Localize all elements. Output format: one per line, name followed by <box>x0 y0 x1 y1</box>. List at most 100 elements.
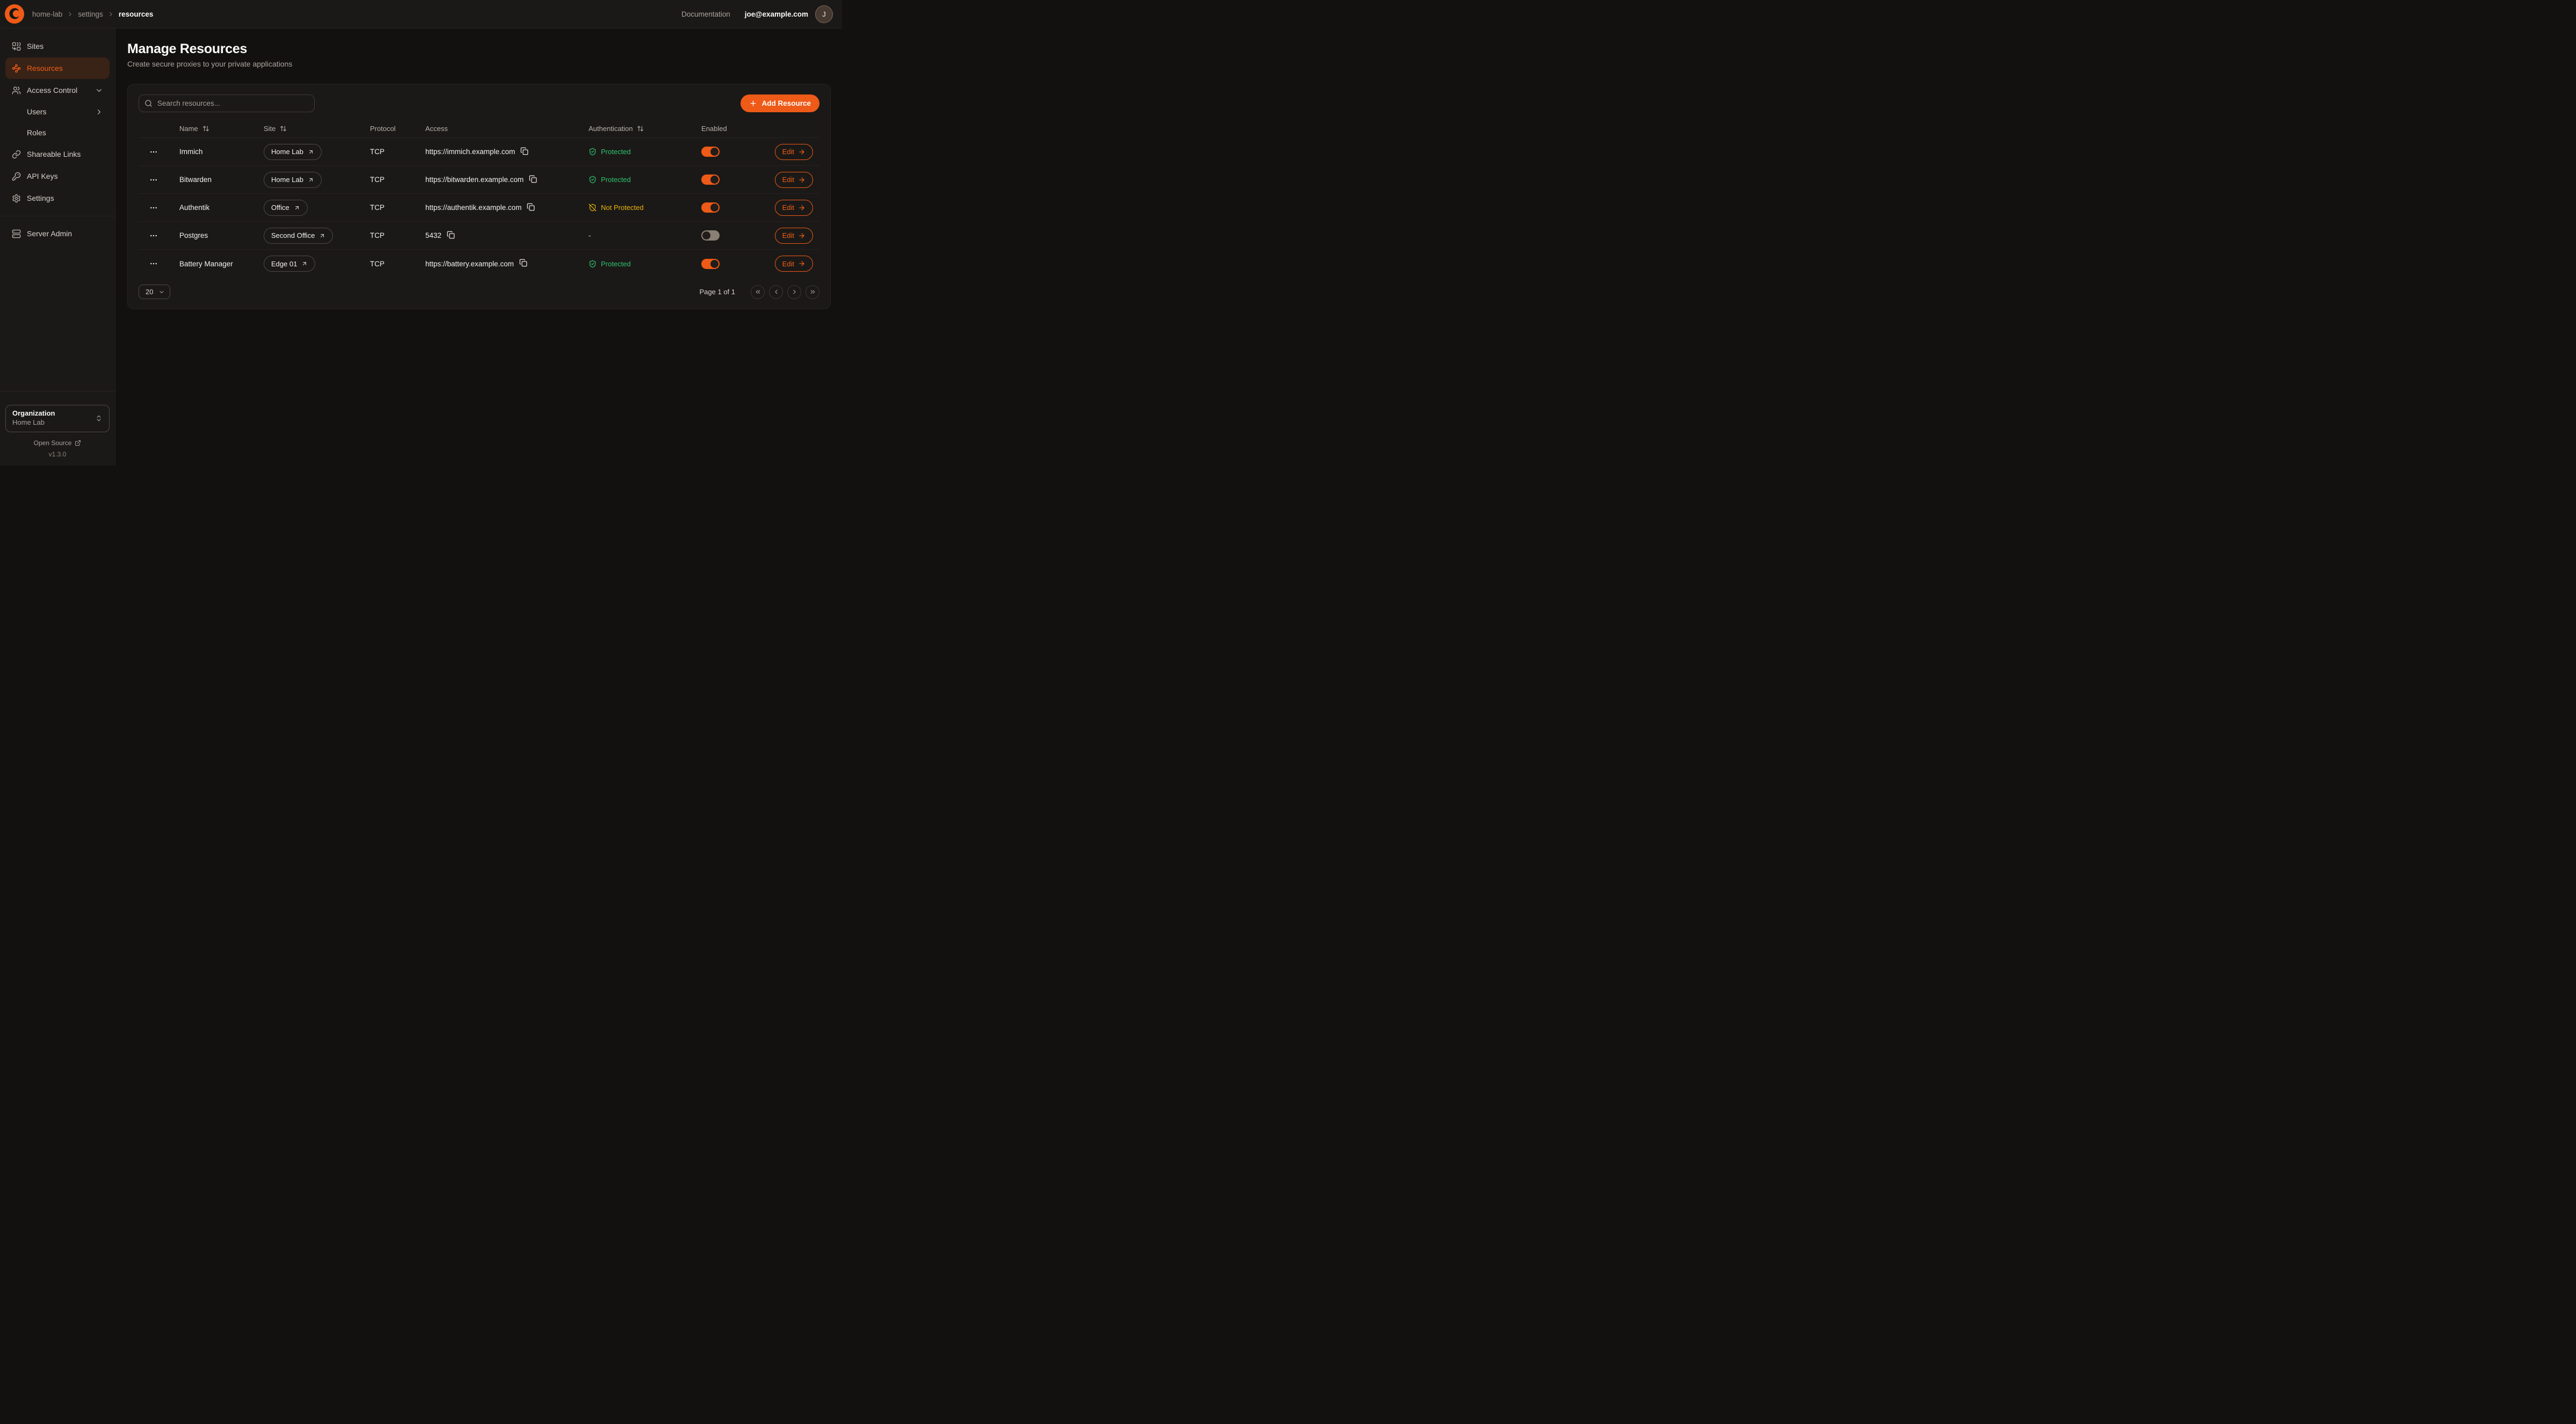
copy-icon <box>527 203 535 211</box>
shield-off-icon <box>589 204 597 212</box>
sidebar-item-resources[interactable]: Resources <box>5 57 110 79</box>
resource-name: Immich <box>169 148 253 156</box>
site-badge[interactable]: Home Lab <box>264 172 322 188</box>
row-actions-button[interactable] <box>146 200 161 215</box>
site-name: Edge 01 <box>271 260 297 268</box>
search-icon <box>144 99 153 107</box>
row-actions-button[interactable] <box>146 144 161 159</box>
sidebar-item-label: Resources <box>27 64 63 72</box>
pagination: 20 Page 1 of 1 <box>139 285 819 299</box>
sort-by-authentication-button[interactable]: Authentication <box>589 125 644 133</box>
page-size-select[interactable]: 20 <box>139 285 170 299</box>
resource-name: Authentik <box>169 204 253 212</box>
shield-check-icon <box>589 148 597 156</box>
toggle-knob <box>710 204 719 212</box>
add-resource-button[interactable]: Add Resource <box>741 95 819 112</box>
chevrons-left-icon <box>754 288 761 295</box>
edit-button[interactable]: Edit <box>775 144 813 160</box>
row-actions-button[interactable] <box>146 228 161 243</box>
sort-by-name-button[interactable]: Name <box>179 125 209 133</box>
app-logo-icon[interactable] <box>4 4 25 24</box>
protocol: TCP <box>359 204 415 212</box>
table-row: BitwardenHome LabTCPhttps://bitwarden.ex… <box>139 166 819 194</box>
arrow-right-icon <box>798 204 806 212</box>
arrow-right-icon <box>798 176 806 184</box>
site-badge[interactable]: Home Lab <box>264 144 322 160</box>
add-resource-label: Add Resource <box>761 99 811 107</box>
sidebar-item-settings[interactable]: Settings <box>5 187 110 209</box>
gear-icon <box>12 194 21 203</box>
sort-by-site-button[interactable]: Site <box>264 125 287 133</box>
edit-button[interactable]: Edit <box>775 256 813 272</box>
sidebar-item-access-control[interactable]: Access Control <box>5 79 110 101</box>
column-header-enabled: Enabled <box>701 125 727 133</box>
chevron-right-icon <box>107 11 114 18</box>
site-name: Second Office <box>271 231 315 239</box>
arrow-up-right-icon <box>308 177 314 183</box>
protocol: TCP <box>359 148 415 156</box>
row-actions-button[interactable] <box>146 172 161 187</box>
enabled-toggle[interactable] <box>701 202 720 213</box>
enabled-toggle[interactable] <box>701 147 720 157</box>
arrow-right-icon <box>798 148 806 156</box>
site-badge[interactable]: Office <box>264 200 308 216</box>
site-name: Home Lab <box>271 176 303 184</box>
ellipsis-icon <box>149 176 158 184</box>
resource-name: Battery Manager <box>169 260 253 268</box>
search-input[interactable] <box>139 95 315 112</box>
site-badge[interactable]: Edge 01 <box>264 256 315 272</box>
chevron-right-icon <box>95 108 103 116</box>
organization-selector[interactable]: Organization Home Lab <box>5 405 110 432</box>
edit-label: Edit <box>782 148 794 156</box>
copy-button[interactable] <box>520 147 530 157</box>
breadcrumb-settings[interactable]: settings <box>78 10 103 18</box>
link-icon <box>12 150 21 159</box>
edit-button[interactable]: Edit <box>775 228 813 244</box>
edit-label: Edit <box>782 231 794 239</box>
row-actions-button[interactable] <box>146 256 161 271</box>
last-page-button[interactable] <box>806 285 819 299</box>
avatar[interactable]: J <box>815 5 833 23</box>
open-source-link[interactable]: Open Source <box>5 439 110 447</box>
user-email[interactable]: joe@example.com <box>745 10 808 18</box>
enabled-toggle[interactable] <box>701 175 720 185</box>
enabled-toggle[interactable] <box>701 259 720 269</box>
page-info: Page 1 of 1 <box>700 288 736 296</box>
page-title: Manage Resources <box>127 41 831 57</box>
documentation-link[interactable]: Documentation <box>681 10 730 18</box>
column-header-protocol: Protocol <box>370 125 396 133</box>
edit-label: Edit <box>782 204 794 212</box>
sidebar-item-roles[interactable]: Roles <box>5 122 110 143</box>
prev-page-button[interactable] <box>769 285 783 299</box>
page-size-value: 20 <box>146 288 153 296</box>
sidebar-item-label: Access Control <box>27 86 77 95</box>
copy-button[interactable] <box>527 203 536 213</box>
next-page-button[interactable] <box>787 285 801 299</box>
enabled-toggle[interactable] <box>701 230 720 241</box>
site-name: Office <box>271 204 289 212</box>
chevron-down-icon <box>158 289 165 295</box>
copy-button[interactable] <box>519 259 529 268</box>
edit-button[interactable]: Edit <box>775 200 813 216</box>
sidebar-item-server-admin[interactable]: Server Admin <box>5 223 110 244</box>
breadcrumb-current: resources <box>119 10 154 18</box>
breadcrumb-org[interactable]: home-lab <box>32 10 62 18</box>
toggle-knob <box>710 176 719 184</box>
site-badge[interactable]: Second Office <box>264 228 333 244</box>
sidebar-item-shareable-links[interactable]: Shareable Links <box>5 143 110 165</box>
key-icon <box>12 172 21 181</box>
shield-check-icon <box>589 176 597 184</box>
copy-button[interactable] <box>529 175 539 185</box>
app-window: home-lab settings resources Documentatio… <box>0 0 842 466</box>
copy-button[interactable] <box>447 231 456 241</box>
sidebar-item-users[interactable]: Users <box>5 101 110 122</box>
protocol: TCP <box>359 260 415 268</box>
sidebar-item-api-keys[interactable]: API Keys <box>5 165 110 187</box>
sort-icon <box>202 125 209 132</box>
edit-label: Edit <box>782 176 794 184</box>
first-page-button[interactable] <box>751 285 765 299</box>
sidebar-item-sites[interactable]: Sites <box>5 35 110 57</box>
edit-button[interactable]: Edit <box>775 172 813 188</box>
chevrons-up-down-icon <box>95 415 103 422</box>
copy-icon <box>520 147 528 155</box>
